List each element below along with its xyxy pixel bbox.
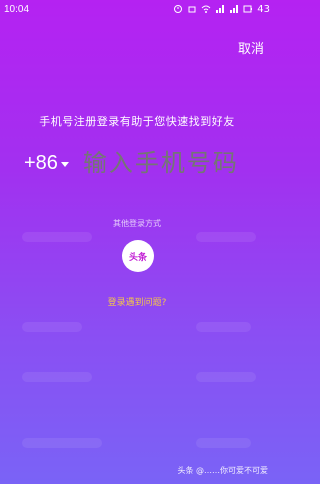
country-code-selector[interactable]: +86	[24, 152, 69, 175]
phone-input[interactable]	[82, 145, 320, 181]
signal-icon-2	[230, 5, 239, 13]
alarm-icon	[174, 5, 183, 13]
status-time: 10:04	[4, 3, 30, 15]
country-code: +86	[24, 151, 58, 174]
other-login-label: 其他登录方式	[113, 219, 161, 228]
caret-down-icon	[60, 161, 69, 167]
toutiao-label: 头条	[128, 252, 147, 263]
login-problem-link[interactable]: 登录遇到问题?	[0, 295, 274, 308]
login-tip: 手机号注册登录有助于您快速找到好友	[39, 115, 235, 128]
watermark-text: 头条 @……你可爱不可爱	[177, 466, 268, 475]
battery-icon	[243, 5, 253, 13]
toutiao-login-button[interactable]: 头条	[122, 240, 154, 272]
battery-level: 43	[257, 3, 270, 15]
signal-icon	[216, 5, 225, 13]
cancel-button[interactable]: 取消	[238, 38, 264, 57]
status-icons: 43	[173, 4, 270, 15]
phone-row: +86	[24, 143, 320, 183]
wifi-icon	[201, 5, 211, 13]
mute-icon	[188, 6, 196, 13]
watermark: 头条 @……你可爱不可爱	[177, 465, 268, 476]
status-bar: 10:04 43	[0, 0, 274, 18]
